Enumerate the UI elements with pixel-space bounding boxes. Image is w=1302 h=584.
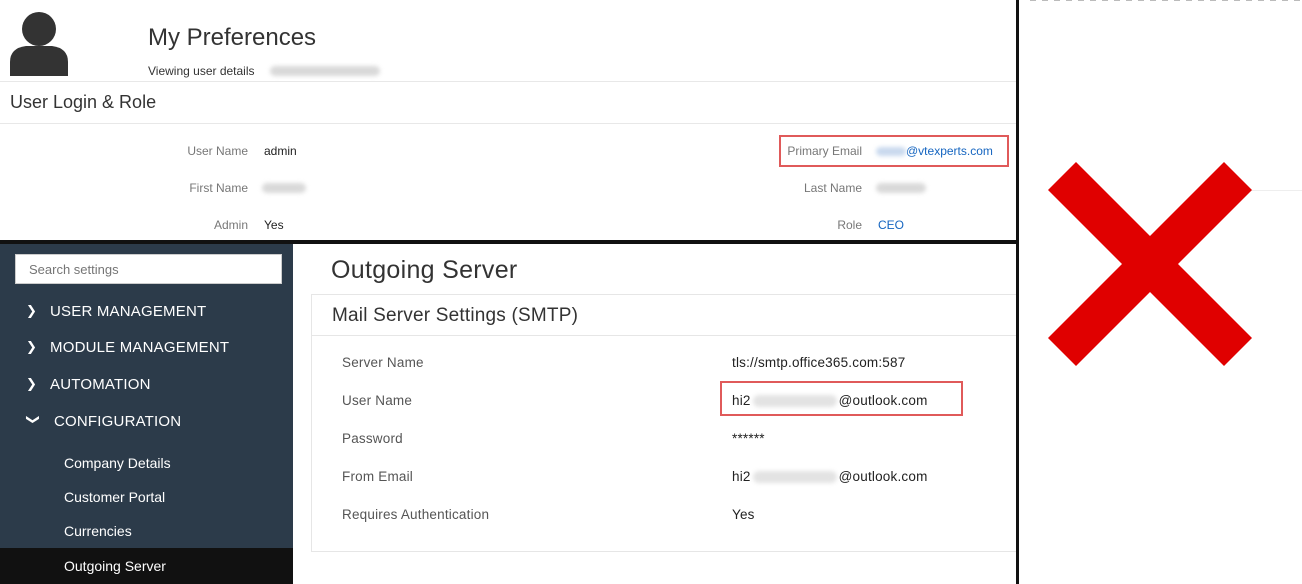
outgoing-server-panel: Outgoing Server Mail Server Settings (SM… — [293, 244, 1016, 584]
red-cross-icon — [1048, 162, 1252, 366]
vertical-separator — [1016, 0, 1019, 584]
section-title: User Login & Role — [10, 92, 157, 112]
highlight-box-primary-email — [779, 135, 1009, 167]
sidebar-section-automation[interactable]: ❯ AUTOMATION — [26, 373, 151, 395]
sidebar-item-currencies[interactable]: Currencies — [0, 514, 293, 548]
from-email-label: From Email — [342, 469, 414, 484]
password-value: ****** — [732, 431, 765, 446]
smtp-card-title: Mail Server Settings (SMTP) — [332, 305, 579, 326]
highlight-box-smtp-user — [720, 381, 963, 416]
smtp-card-header: Mail Server Settings (SMTP) — [312, 295, 1016, 336]
outgoing-server-title: Outgoing Server — [331, 256, 518, 284]
sidebar-item-label: Currencies — [64, 523, 132, 539]
first-name-label: First Name — [189, 181, 248, 195]
chevron-right-icon: ❯ — [26, 376, 38, 391]
admin-value: Yes — [264, 218, 284, 232]
chevron-down-icon: ❯ — [26, 414, 41, 426]
chevron-right-icon: ❯ — [26, 339, 38, 354]
dashed-edge — [1030, 0, 1302, 1]
user-name-label: User Name — [342, 393, 413, 408]
server-name-label: Server Name — [342, 355, 424, 370]
email-suffix: @outlook.com — [838, 469, 928, 484]
user-avatar-icon — [10, 12, 68, 76]
settings-sidebar: ❯ USER MANAGEMENT ❯ MODULE MANAGEMENT ❯ … — [0, 244, 293, 584]
sidebar-section-label: USER MANAGEMENT — [50, 302, 207, 320]
section-divider — [0, 123, 1018, 124]
sidebar-section-module-management[interactable]: ❯ MODULE MANAGEMENT — [26, 336, 229, 358]
sidebar-item-label: Outgoing Server — [64, 558, 166, 574]
sidebar-section-label: MODULE MANAGEMENT — [50, 338, 230, 356]
page-title: My Preferences — [148, 24, 317, 51]
redacted-user-name — [270, 66, 380, 76]
requires-auth-label: Requires Authentication — [342, 507, 490, 522]
preferences-header: My Preferences Viewing user details — [0, 0, 1018, 82]
sidebar-section-label: AUTOMATION — [50, 375, 151, 393]
sidebar-item-customer-portal[interactable]: Customer Portal — [0, 480, 293, 514]
from-email-value: hi2 @outlook.com — [732, 469, 928, 484]
chevron-right-icon: ❯ — [26, 303, 38, 318]
redacted-first-name — [262, 183, 306, 193]
password-label: Password — [342, 431, 403, 446]
preferences-panel: My Preferences Viewing user details User… — [0, 0, 1018, 242]
sidebar-item-label: Customer Portal — [64, 489, 166, 505]
sidebar-item-company-details[interactable]: Company Details — [0, 446, 293, 480]
requires-auth-value: Yes — [732, 507, 755, 522]
user-name-label: User Name — [187, 144, 248, 158]
last-name-label: Last Name — [803, 181, 862, 195]
sidebar-section-user-management[interactable]: ❯ USER MANAGEMENT — [26, 300, 206, 322]
sidebar-section-configuration[interactable]: ❯ CONFIGURATION — [26, 410, 181, 432]
redacted-email-part — [752, 471, 837, 484]
sidebar-section-label: CONFIGURATION — [54, 412, 182, 430]
role-label: Role — [837, 218, 862, 232]
redacted-last-name — [876, 183, 926, 193]
smtp-settings-card: Mail Server Settings (SMTP) Server Name … — [311, 294, 1016, 552]
role-link[interactable]: CEO — [878, 218, 904, 232]
admin-label: Admin — [213, 218, 248, 232]
email-prefix: hi2 — [732, 469, 751, 484]
page-subtitle: Viewing user details — [148, 64, 255, 78]
server-name-value: tls://smtp.office365.com:587 — [732, 355, 906, 370]
search-settings-input[interactable] — [15, 254, 282, 284]
sidebar-item-label: Company Details — [64, 455, 171, 471]
sidebar-item-outgoing-server[interactable]: Outgoing Server — [0, 548, 293, 584]
user-name-value: admin — [264, 144, 297, 158]
